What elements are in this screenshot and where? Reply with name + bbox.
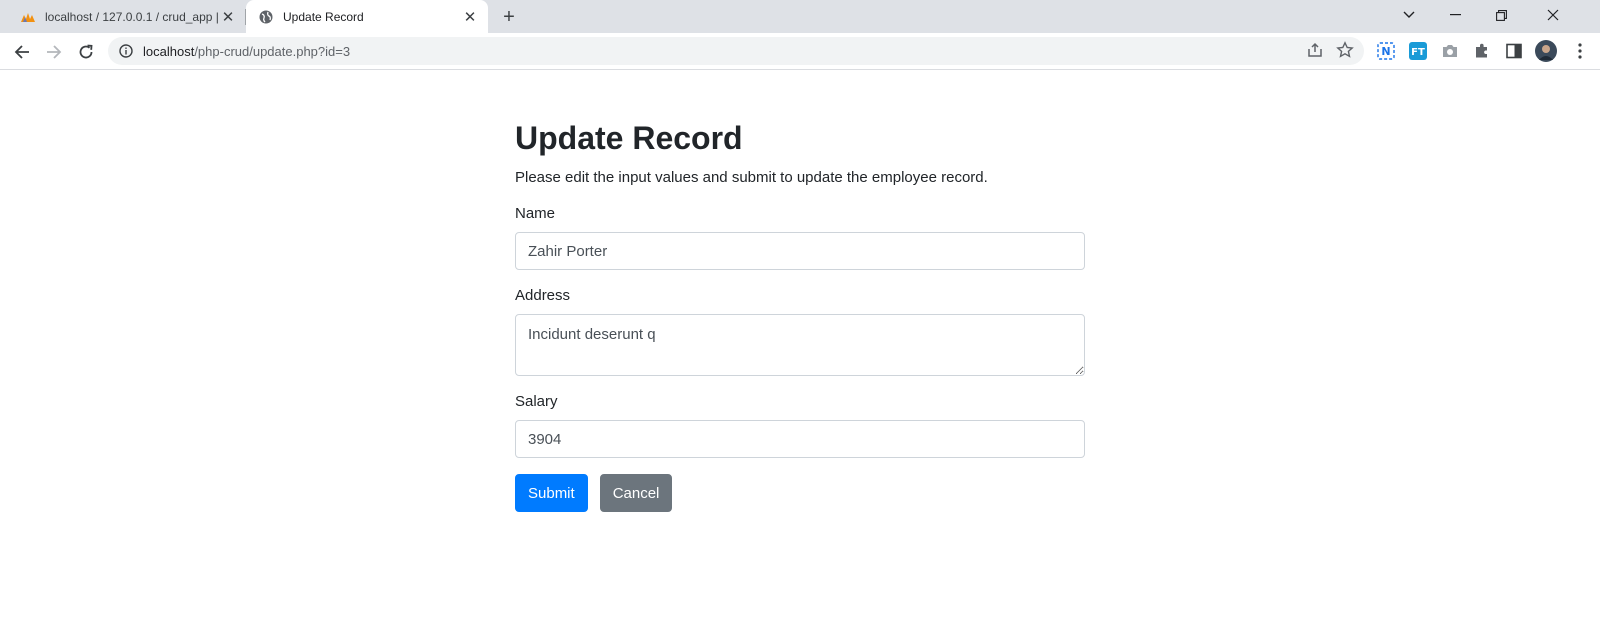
- url-text: localhost/php-crud/update.php?id=3: [143, 44, 350, 59]
- salary-group: Salary: [515, 392, 1085, 458]
- back-icon[interactable]: [8, 38, 36, 66]
- new-tab-icon[interactable]: +: [498, 6, 520, 28]
- page-description: Please edit the input values and submit …: [515, 169, 988, 186]
- name-label: Name: [515, 205, 556, 222]
- url-path: /php-crud/update.php?id=3: [194, 43, 351, 59]
- minimize-icon[interactable]: [1432, 0, 1478, 30]
- bookmark-star-icon[interactable]: [1336, 41, 1354, 64]
- close-tab-icon[interactable]: ✕: [218, 7, 238, 27]
- extension-n-icon[interactable]: N: [1376, 41, 1396, 61]
- share-icon[interactable]: [1306, 41, 1324, 64]
- extensions-puzzle-icon[interactable]: [1472, 41, 1492, 61]
- tab-update-record[interactable]: Update Record ✕: [246, 0, 488, 33]
- phpmyadmin-icon: [20, 9, 36, 25]
- name-input[interactable]: [515, 232, 1085, 270]
- reload-icon[interactable]: [72, 38, 100, 66]
- salary-label: Salary: [515, 393, 558, 410]
- address-label: Address: [515, 287, 571, 304]
- salary-input[interactable]: [515, 420, 1085, 458]
- extension-ft-icon[interactable]: FT: [1408, 41, 1428, 61]
- svg-text:FT: FT: [1411, 47, 1425, 58]
- omnibox-actions: [1306, 41, 1354, 64]
- tab-title: Update Record: [283, 9, 364, 24]
- tab-title: localhost / 127.0.0.1 / crud_app |: [45, 9, 218, 24]
- forward-icon[interactable]: [40, 38, 68, 66]
- svg-text:N: N: [1381, 45, 1390, 58]
- close-window-icon[interactable]: [1530, 0, 1576, 30]
- globe-icon: [258, 9, 274, 25]
- tab-search-icon[interactable]: [1386, 0, 1432, 30]
- menu-kebab-icon[interactable]: [1570, 41, 1590, 61]
- page-title: Update Record: [515, 120, 743, 156]
- close-tab-icon[interactable]: ✕: [460, 7, 480, 27]
- address-bar[interactable]: localhost/php-crud/update.php?id=3: [108, 37, 1364, 65]
- url-host: localhost: [143, 43, 195, 59]
- update-form-container: Update Record Please edit the input valu…: [515, 118, 1085, 512]
- browser-toolbar: localhost/php-crud/update.php?id=3 N FT: [0, 33, 1600, 70]
- form-actions: Submit Cancel: [515, 474, 1085, 512]
- camera-icon[interactable]: [1440, 41, 1460, 61]
- cancel-button[interactable]: Cancel: [599, 474, 673, 512]
- address-group: Address Incidunt deserunt q: [515, 286, 1085, 376]
- submit-button[interactable]: Submit: [515, 474, 588, 512]
- tab-strip: localhost / 127.0.0.1 / crud_app | ✕ Upd…: [0, 0, 1600, 33]
- restore-icon[interactable]: [1478, 0, 1524, 30]
- tab-phpmyadmin[interactable]: localhost / 127.0.0.1 / crud_app | ✕: [8, 0, 246, 33]
- name-group: Name: [515, 204, 1085, 270]
- profile-avatar[interactable]: [1535, 40, 1557, 62]
- address-textarea[interactable]: Incidunt deserunt q: [515, 314, 1085, 376]
- side-panel-icon[interactable]: [1504, 41, 1524, 61]
- site-info-icon[interactable]: [118, 43, 134, 59]
